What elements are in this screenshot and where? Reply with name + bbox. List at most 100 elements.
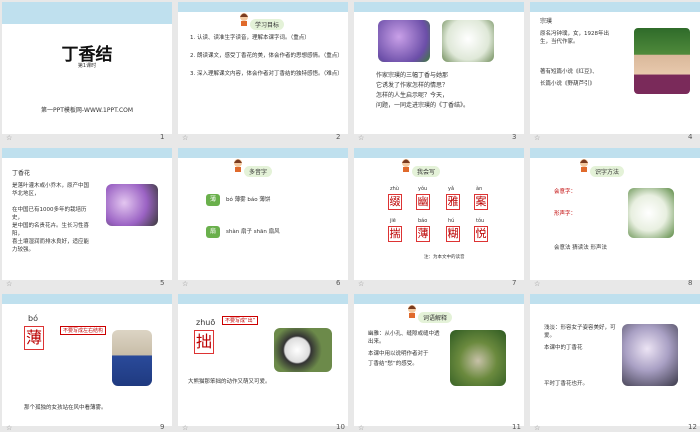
slide-header-band [354,2,524,12]
stroke-tip-label: 不要写成左右结构 [60,326,107,335]
slide-thumb-2[interactable]: 学习目标 1. 认读、读准生字读音，理解本课字词。（重点） 2. 朗读课文，感受… [178,2,348,134]
slide-body-3: 平时丁香花也开。 [544,381,589,387]
slide-body-2: 在中国已有1000多年的栽培历史， [12,207,87,221]
lilac-photo-white [442,20,494,62]
slide-thumb-11[interactable]: 词语解释 幽雅：从小孔、缝隙或缝中透出来。 本课中用以说明作者对于 丁香结“愁”… [354,294,524,426]
polyphone-char-2: 扇 [206,226,220,238]
slide-subtitle: 第1课时 [77,63,97,69]
slide-thumb-9[interactable]: bó 薄 不要写成左右结构 那个孤独的女孩站在风中看薄雾。 [2,294,172,426]
slide-thumb-3[interactable]: 作家宗璞的三幅丁香与她那 它诱发了作家怎样的情思？ 怎样的人生启示呢？今天， 问… [354,2,524,134]
slide-body-1: 原名冯钟璞，女，1928年出生，当代作家。 [540,31,609,45]
char-box: 拙 [194,330,214,354]
polyphone-row-2: shàn 扇子 shān 扇风 [226,229,280,235]
pinyin-8: tǒu [476,218,485,224]
slide-body-3: 怎样的人生启示呢？今天， [376,92,449,99]
slide-heading: 多音字 [244,166,273,177]
lilac-photo-purple [378,20,430,62]
pinyin: bó [28,314,38,323]
slide-body-3: 长篇小说《野葫芦引》 [540,81,596,87]
slide-star-icon: ☆ [182,424,189,432]
slide-thumb-6[interactable]: 多音字 薄 bó 薄雾 báo 薄饼 扇 shàn 扇子 shān 扇风 [178,148,348,280]
slide-header-band [2,2,172,24]
slide-header-band [354,148,524,158]
slide-body-2: 本课中的丁香花 [544,345,583,351]
pinyin-4: àn [476,186,483,192]
char-box-2: 幽 [416,194,430,210]
slide-line-2: 2. 朗读课文，感受丁香花的美，体会作者的思想感情。（重点） [190,53,343,59]
char-box: 薄 [24,326,44,350]
slide-thumb-10[interactable]: zhuō 拙 不要写成“出” 大熊猫那笨拙的动作又萌又可爱。 [178,294,348,426]
slide-note: 注：为本文中的读音 [424,255,465,260]
lilac-closeup-photo [106,184,158,226]
char-box-7: 糊 [446,226,460,242]
pinyin-2: yǒu [418,186,428,192]
tree-photo [450,330,506,386]
char-box-5: 揣 [388,226,402,242]
char-box-3: 雅 [446,194,460,210]
slide-line-1: 1. 认读、读准生字读音，理解本课字词。（重点） [190,35,310,41]
pinyin-5: jiē [390,218,396,224]
slide-header-band [530,148,700,158]
slide-body-1: 是落叶灌木或小乔木，原产中国华北地区， [12,183,90,197]
char-box-8: 悦 [474,226,488,242]
slide-body-3: 会意法 猜读法 形声法 [554,245,607,251]
slide-header-band [178,148,348,158]
slide-thumb-8[interactable]: 识字方法 会意字： 形声字： 会意法 猜读法 形声法 [530,148,700,280]
slide-heading: 丁香花 [12,170,31,177]
slide-number: 12 [688,423,697,431]
slide-header-band [2,294,172,304]
slide-header-band [354,294,524,304]
slide-heading: 词语解释 [418,312,453,323]
slide-body-4: 喜土壤湿润而排水良好，适应能力较强。 [12,239,90,253]
slide-body-2: 著有短篇小说《红豆》、 [540,69,598,75]
slide-heading: 我会写 [412,166,441,177]
slide-body-3: 丁香结“愁”的感受。 [368,361,418,367]
slide-caption: 那个孤独的女孩站在风中看薄雾。 [24,405,107,411]
slide-footer-link: 第一PPT模板网-WWW.1PPT.COM [40,107,134,114]
char-box-6: 薄 [416,226,430,242]
slide-header-band [2,148,172,158]
slide-thumb-7[interactable]: 我会写 zhù yǒu yǎ àn 缀 幽 雅 案 jiē báo hú tǒu… [354,148,524,280]
slide-heading: 学习目标 [250,19,285,30]
polyphone-row-1: bó 薄雾 báo 薄饼 [226,197,271,203]
slide-thumb-5[interactable]: 丁香花 是落叶灌木或小乔木，原产中国华北地区， 在中国已有1000多年的栽培历史… [2,148,172,280]
pinyin: zhuō [196,318,216,327]
slide-caption: 大熊猫那笨拙的动作又萌又可爱。 [188,379,271,385]
panda-photo [274,328,332,372]
cartoon-girl-icon [400,157,412,176]
slide-body-2: 形声字： [554,211,577,217]
pinyin-1: zhù [390,186,399,192]
slide-body-2: 本课中用以说明作者对于 [368,351,429,357]
cartoon-girl-icon [232,157,244,176]
pinyin-6: báo [418,218,428,224]
slide-header-band [530,2,700,12]
slide-star-icon: ☆ [534,424,541,432]
slide-body-2: 它诱发了作家怎样的情思？ [376,82,449,89]
char-box-1: 缀 [388,194,402,210]
slide-header-band [530,294,700,304]
slide-body-1: 浅淡：形容女子姿容美好，可爱。 [544,325,616,339]
white-flowers-photo [628,188,674,238]
slide-heading: 识字方法 [590,166,625,177]
slide-body-1: 作家宗璞的三幅丁香与她那 [376,72,449,79]
slide-header-band [178,2,348,12]
slide-thumb-1[interactable]: 丁香结 第1课时 第一PPT模板网-WWW.1PPT.COM [2,2,172,134]
cartoon-girl-icon [578,157,590,176]
cartoon-girl-icon [406,303,418,322]
slide-thumb-4[interactable]: 宗璞 原名冯钟璞，女，1928年出生，当代作家。 著有短篇小说《红豆》、 长篇小… [530,2,700,134]
slide-body-3: 是中国的名贵花卉。生长习性喜阳， [12,223,90,237]
cartoon-girl-icon [238,11,250,30]
slide-star-icon: ☆ [6,424,13,432]
slide-thumb-12[interactable]: 浅淡：形容女子姿容美好，可爱。 本课中的丁香花 平时丁香花也开。 [530,294,700,426]
char-box-4: 案 [474,194,488,210]
slide-star-icon: ☆ [358,424,365,432]
slide-header-band [178,294,348,304]
pinyin-3: yǎ [448,186,455,192]
girl-photo [112,330,152,386]
stroke-tip-label: 不要写成“出” [222,316,259,325]
lilac-buds-photo [622,324,678,386]
pinyin-7: hú [448,218,455,224]
slide-line-3: 3. 深入理解课文内容，体会作者对丁香结的独特感悟。（难点） [190,71,343,77]
author-portrait-photo [634,28,690,94]
polyphone-char-1: 薄 [206,194,220,206]
